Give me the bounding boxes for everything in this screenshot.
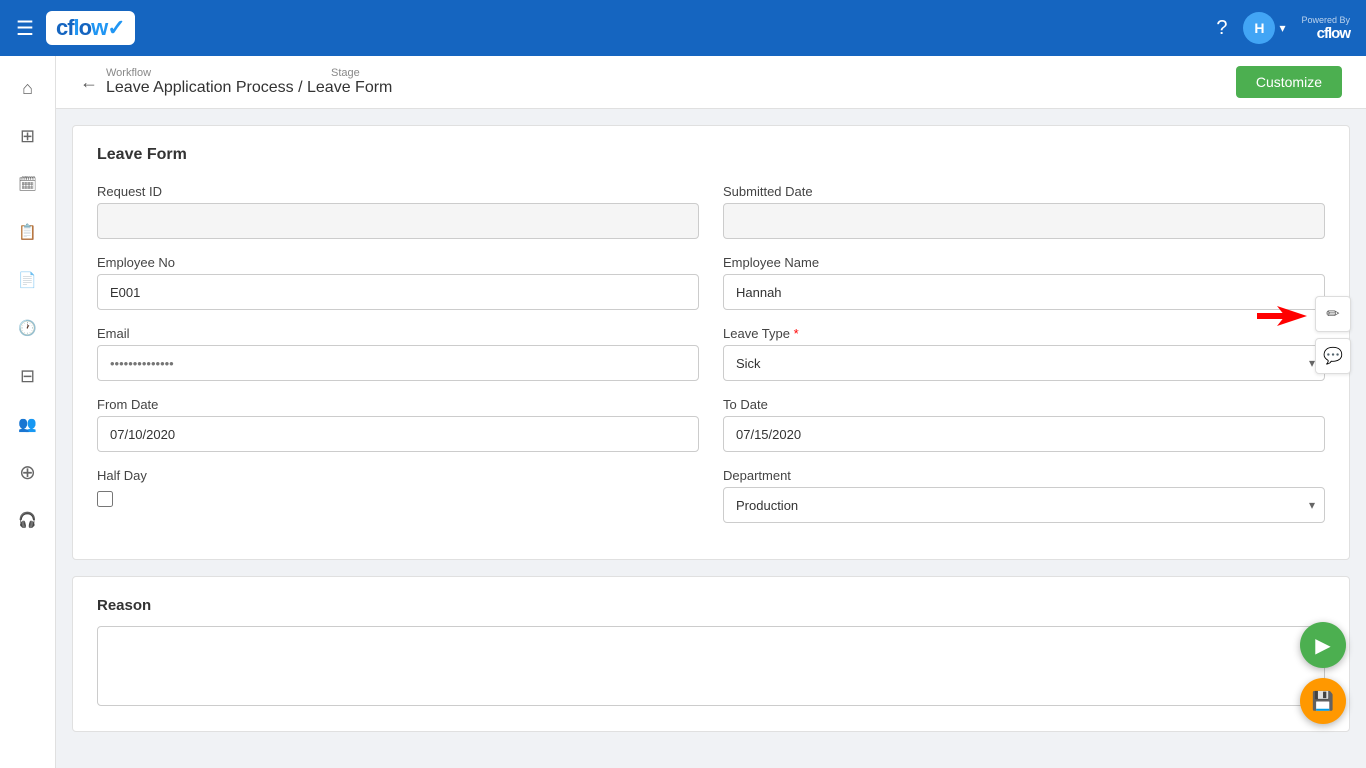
main-layout: ⌂ ⊞ 🗓 📋 📄 🕐 ⊟ 👥 ⊕ 🎧 ← Workflow Stage Lea…	[0, 56, 1366, 768]
edit-action-button[interactable]: ✏	[1315, 296, 1351, 332]
employee-name-input[interactable]	[723, 274, 1325, 310]
red-arrow-icon	[1257, 304, 1307, 328]
reason-container: Reason	[72, 576, 1350, 732]
employee-name-label: Employee Name	[723, 255, 1325, 270]
sidebar-item-grid[interactable]: ⊟	[8, 356, 48, 396]
topnav: ☰ cflow✓ ? H ▾ Powered By cflow	[0, 0, 1366, 56]
form-row-4: From Date To Date	[97, 397, 1325, 452]
avatar-area: H ▾	[1243, 12, 1285, 44]
breadcrumb-path: Leave Application Process / Leave Form	[106, 79, 392, 97]
send-fab-button[interactable]: ▶	[1300, 622, 1346, 668]
stage-label: Stage	[331, 67, 360, 79]
sidebar-item-people[interactable]: 👥	[8, 404, 48, 444]
leave-type-select[interactable]: Sick Annual Casual Maternity Paternity	[723, 345, 1325, 381]
avatar-button[interactable]: H	[1243, 12, 1275, 44]
form-title: Leave Form	[97, 146, 1325, 164]
logo-box: cflow✓	[46, 11, 135, 45]
form-group-email: Email	[97, 326, 699, 381]
powered-by-area: Powered By cflow	[1301, 15, 1350, 42]
leave-type-label: Leave Type *	[723, 326, 1325, 341]
form-group-employee-name: Employee Name	[723, 255, 1325, 310]
breadcrumb-bar: ← Workflow Stage Leave Application Proce…	[56, 56, 1366, 109]
leave-type-select-wrapper: Sick Annual Casual Maternity Paternity ▾	[723, 345, 1325, 381]
form-row-3: Email Leave Type * Sick Annual Casual Ma…	[97, 326, 1325, 381]
hamburger-menu[interactable]: ☰	[16, 16, 34, 41]
form-group-half-day: Half Day	[97, 468, 699, 523]
comment-action-button[interactable]: 💬	[1315, 338, 1351, 374]
submitted-date-label: Submitted Date	[723, 184, 1325, 199]
half-day-label: Half Day	[97, 468, 699, 483]
avatar-chevron[interactable]: ▾	[1279, 21, 1285, 35]
topnav-left: ☰ cflow✓	[16, 11, 135, 45]
department-select[interactable]: Production HR Finance IT Marketing	[723, 487, 1325, 523]
red-arrow-indicator	[1257, 304, 1307, 333]
from-date-input[interactable]	[97, 416, 699, 452]
save-icon: 💾	[1312, 691, 1334, 712]
powered-logo: cflow	[1317, 25, 1350, 42]
sidebar-item-calendar[interactable]: 🗓	[8, 164, 48, 204]
help-icon[interactable]: ?	[1216, 17, 1227, 40]
half-day-checkbox-group	[97, 491, 699, 507]
breadcrumb-left: ← Workflow Stage Leave Application Proce…	[80, 67, 392, 97]
customize-button[interactable]: Customize	[1236, 66, 1342, 98]
back-arrow-button[interactable]: ←	[80, 72, 98, 93]
form-row-1: Request ID Submitted Date	[97, 184, 1325, 239]
form-row-2: Employee No Employee Name	[97, 255, 1325, 310]
form-row-5: Half Day Department Production HR Financ…	[97, 468, 1325, 523]
to-date-input[interactable]	[723, 416, 1325, 452]
save-fab-button[interactable]: 💾	[1300, 678, 1346, 724]
submitted-date-input[interactable]	[723, 203, 1325, 239]
reason-title: Reason	[97, 597, 1325, 614]
form-group-employee-no: Employee No	[97, 255, 699, 310]
email-label: Email	[97, 326, 699, 341]
breadcrumb-labels: Workflow Stage	[106, 67, 392, 79]
side-action-panel: ✏ 💬	[1315, 296, 1351, 374]
leave-form-container: Leave Form Request ID Submitted Date Emp…	[72, 125, 1350, 560]
employee-no-input[interactable]	[97, 274, 699, 310]
topnav-right: ? H ▾ Powered By cflow	[1216, 12, 1350, 44]
department-select-wrapper: Production HR Finance IT Marketing ▾	[723, 487, 1325, 523]
sidebar-item-add[interactable]: ⊕	[8, 452, 48, 492]
sidebar-item-home[interactable]: ⌂	[8, 68, 48, 108]
powered-by-label: Powered By	[1301, 15, 1350, 25]
form-group-request-id: Request ID	[97, 184, 699, 239]
request-id-input[interactable]	[97, 203, 699, 239]
form-group-department: Department Production HR Finance IT Mark…	[723, 468, 1325, 523]
request-id-label: Request ID	[97, 184, 699, 199]
half-day-checkbox[interactable]	[97, 491, 113, 507]
to-date-label: To Date	[723, 397, 1325, 412]
sidebar-item-dashboard[interactable]: ⊞	[8, 116, 48, 156]
form-group-leave-type: Leave Type * Sick Annual Casual Maternit…	[723, 326, 1325, 381]
send-icon: ▶	[1315, 633, 1330, 658]
logo-text: cflow✓	[56, 15, 125, 41]
leave-type-required: *	[794, 326, 799, 341]
content-area: ← Workflow Stage Leave Application Proce…	[56, 56, 1366, 768]
sidebar-item-reports[interactable]: 📋	[8, 212, 48, 252]
email-input[interactable]	[97, 345, 699, 381]
form-group-to-date: To Date	[723, 397, 1325, 452]
sidebar-item-documents[interactable]: 📄	[8, 260, 48, 300]
sidebar-item-headset[interactable]: 🎧	[8, 500, 48, 540]
form-group-submitted-date: Submitted Date	[723, 184, 1325, 239]
sidebar-item-history[interactable]: 🕐	[8, 308, 48, 348]
from-date-label: From Date	[97, 397, 699, 412]
employee-no-label: Employee No	[97, 255, 699, 270]
sidebar: ⌂ ⊞ 🗓 📋 📄 🕐 ⊟ 👥 ⊕ 🎧	[0, 56, 56, 768]
breadcrumb-info: Workflow Stage Leave Application Process…	[106, 67, 392, 97]
workflow-label: Workflow	[106, 67, 151, 79]
department-label: Department	[723, 468, 1325, 483]
reason-textarea[interactable]	[97, 626, 1325, 706]
form-group-from-date: From Date	[97, 397, 699, 452]
